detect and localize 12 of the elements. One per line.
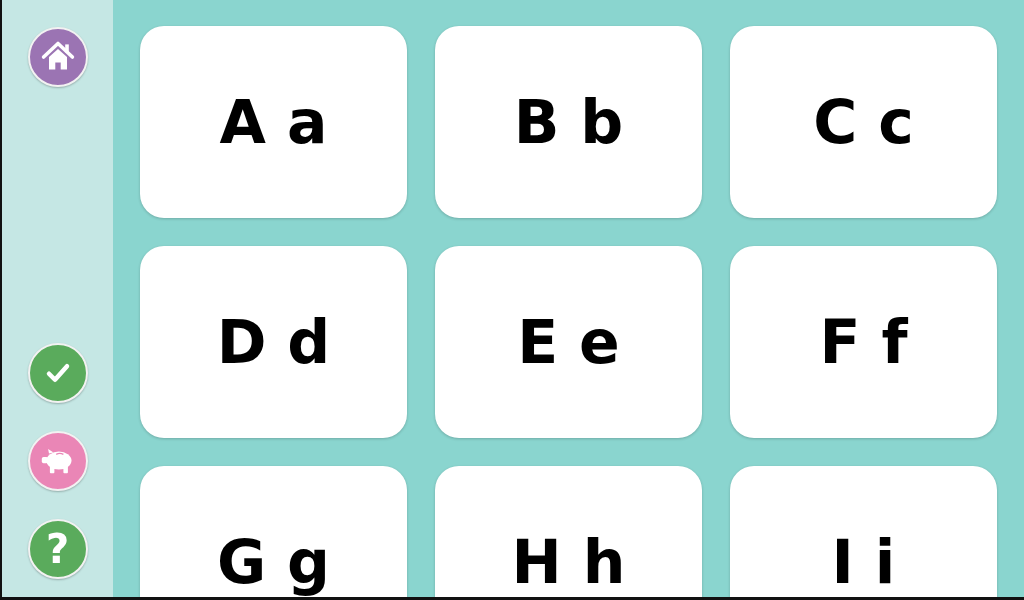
letter-card[interactable]: A a <box>140 26 407 218</box>
piggy-bank-button[interactable] <box>27 431 88 491</box>
letter-card[interactable]: C c <box>730 26 997 218</box>
home-button[interactable] <box>27 27 88 87</box>
letter-card[interactable]: G g <box>140 466 407 597</box>
check-button[interactable] <box>27 343 88 403</box>
letter-card[interactable]: B b <box>435 26 702 218</box>
letter-card[interactable]: D d <box>140 246 407 438</box>
letter-card[interactable]: I i <box>730 466 997 597</box>
letter-card[interactable]: F f <box>730 246 997 438</box>
letter-card[interactable]: E e <box>435 246 702 438</box>
letter-card[interactable]: H h <box>435 466 702 597</box>
